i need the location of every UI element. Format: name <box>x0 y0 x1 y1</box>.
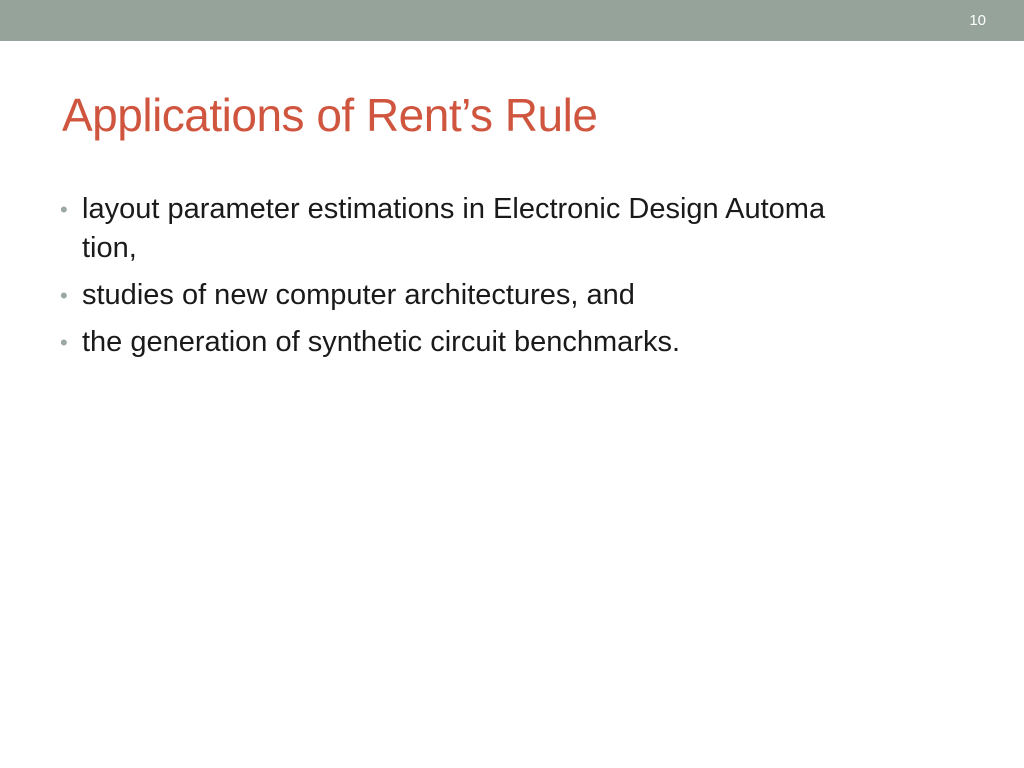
bullet-text-line: tion, <box>82 232 137 264</box>
bullet-text-line: layout parameter estimations in Electron… <box>82 193 826 225</box>
bullet-text-line: the generation of synthetic circuit benc… <box>82 326 681 358</box>
bullet-item: • layout parameter estimations in Electr… <box>58 190 968 268</box>
bullet-item: • studies of new computer architectures,… <box>58 276 968 315</box>
bullet-list: • layout parameter estimations in Electr… <box>58 190 968 370</box>
bullet-icon: • <box>60 283 68 308</box>
bullet-icon: • <box>60 330 68 355</box>
slide-number: 10 <box>969 12 986 29</box>
bullet-icon: • <box>60 197 68 222</box>
slide-title: Applications of Rent’s Rule <box>62 89 598 141</box>
bullet-text-line: studies of new computer architectures, a… <box>82 279 635 311</box>
bullet-item: • the generation of synthetic circuit be… <box>58 323 968 362</box>
header-bar: 10 <box>0 0 1024 41</box>
